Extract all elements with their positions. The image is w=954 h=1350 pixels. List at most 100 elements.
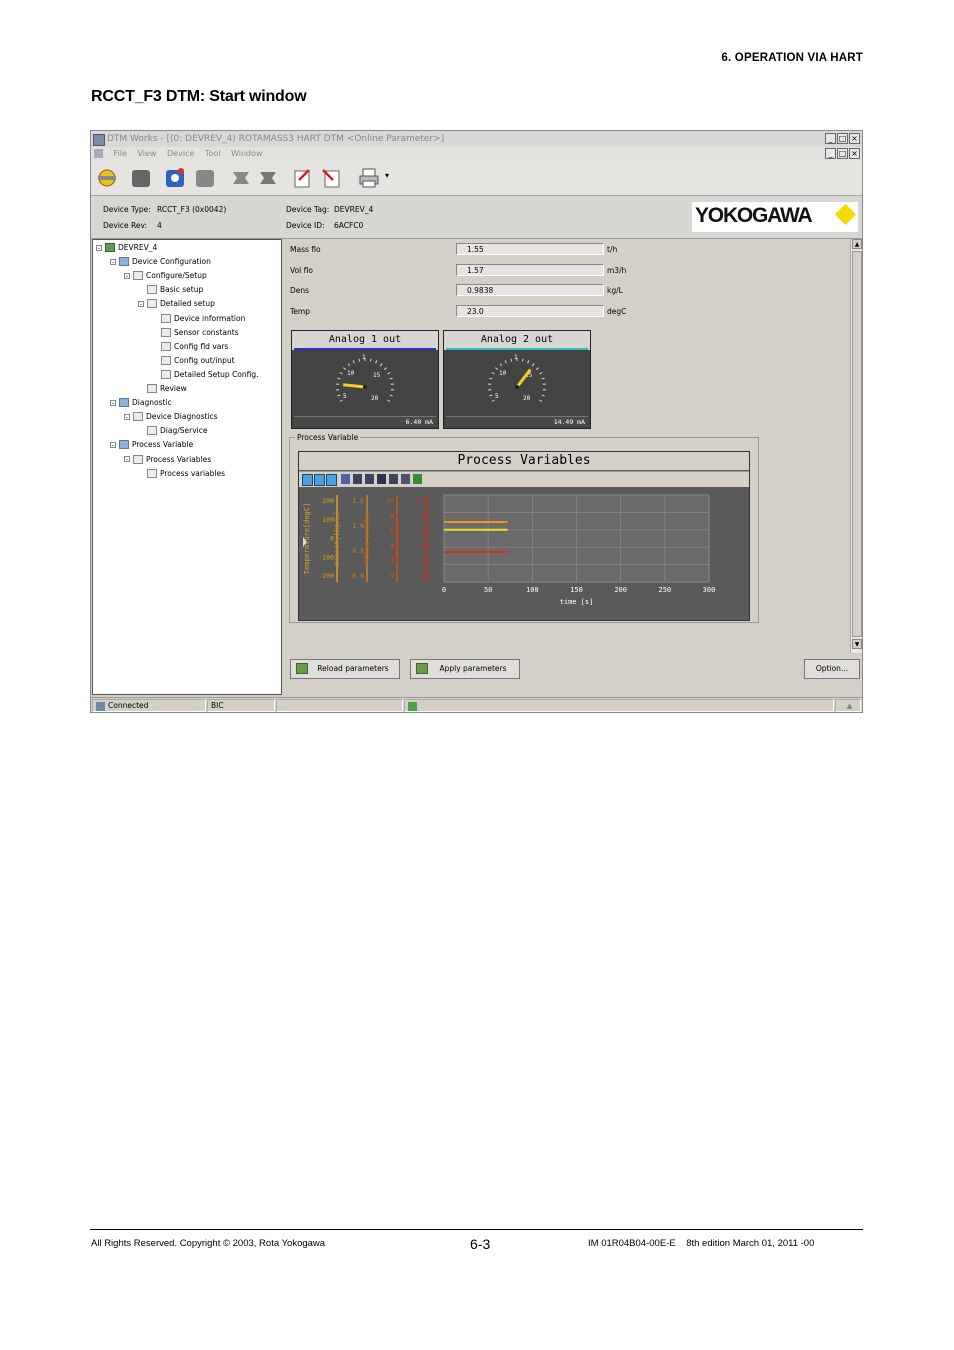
collapse-icon[interactable]: - (110, 441, 116, 448)
collapse-icon[interactable]: - (124, 413, 130, 420)
chart-tool-9-icon[interactable] (401, 474, 410, 484)
print-dropdown-icon[interactable]: ▾ (385, 171, 389, 180)
chart-toolbar (299, 471, 749, 487)
tree-item[interactable]: - Process Variables (124, 454, 212, 464)
page-icon (147, 285, 157, 295)
page-icon (133, 412, 143, 422)
tree-item[interactable]: - Process Variable (110, 440, 193, 450)
tree-item[interactable]: Sensor constants (152, 327, 239, 337)
status-cell-progress (404, 699, 834, 712)
chart-tool-1-icon[interactable] (302, 474, 313, 486)
gauge-needle (342, 383, 366, 389)
tree-item[interactable]: Review (138, 384, 187, 393)
apply-parameters-button[interactable]: Apply parameters (410, 659, 520, 679)
option-button[interactable]: Option... (804, 659, 860, 679)
y-axis-label: Vflow [m3/h] (363, 513, 371, 564)
y-tick-label: 0.0 (352, 572, 364, 580)
restore-button[interactable]: □ (837, 133, 848, 144)
chart-tool-6-icon[interactable] (365, 474, 374, 484)
device-id-label: Device ID: (286, 221, 325, 230)
collapse-icon[interactable]: - (110, 258, 116, 265)
scroll-thumb[interactable] (852, 251, 862, 637)
online-parameter-icon[interactable] (163, 166, 187, 190)
param-unit: t/h (607, 245, 618, 254)
scroll-up-icon[interactable]: ▲ (852, 239, 862, 249)
menu-device[interactable]: Device (167, 149, 194, 158)
page-icon (147, 426, 157, 436)
tree-item[interactable]: - Configure/Setup (124, 271, 207, 281)
collapse-icon[interactable]: - (138, 300, 144, 307)
download-icon[interactable] (193, 166, 217, 190)
reload-icon (296, 663, 308, 674)
config-icon[interactable] (229, 166, 253, 190)
mdi-doc-icon[interactable] (94, 149, 103, 158)
param-unit: degC (607, 306, 627, 316)
tree-item[interactable]: - Device Diagnostics (124, 412, 218, 422)
tree-item[interactable]: - Device Configuration (110, 257, 211, 267)
collapse-icon[interactable]: - (96, 244, 102, 251)
main-scrollbar[interactable]: ▲ ▼ (850, 239, 862, 653)
collapse-icon[interactable]: - (124, 272, 130, 279)
print-icon[interactable] (357, 166, 381, 190)
config2-icon[interactable] (256, 166, 280, 190)
status-bar: Connected BIC ▲ (91, 697, 862, 712)
tree-item[interactable]: Config out/input (152, 355, 235, 365)
tree-item[interactable]: Process variables (138, 468, 225, 478)
chart-tool-5-icon[interactable] (353, 474, 362, 484)
x-axis-label: time [s] (560, 598, 594, 606)
export-icon[interactable] (291, 166, 315, 190)
mdi-close-button[interactable]: × (849, 148, 860, 159)
tree-item[interactable]: Detailed Setup Config. (152, 369, 259, 379)
mdi-minimize-button[interactable]: _ (825, 148, 836, 159)
y-axis-label: Mflow [t/h] (393, 515, 401, 561)
tree-item[interactable]: Diag/Service (138, 426, 207, 436)
chart-tool-4-icon[interactable] (341, 474, 350, 484)
tree-item[interactable]: - Detailed setup (138, 299, 215, 309)
collapse-icon[interactable]: - (124, 456, 130, 463)
folder-icon (119, 440, 129, 450)
minimize-button[interactable]: _ (825, 133, 836, 144)
device-tag-label: Device Tag: (286, 205, 330, 214)
tree-item[interactable]: Basic setup (138, 285, 203, 295)
gauge-tick (343, 367, 347, 370)
connect-icon[interactable] (95, 166, 119, 190)
chart-tool-7-icon[interactable] (377, 474, 386, 484)
close-button[interactable]: × (849, 133, 860, 144)
yokogawa-logo: YOKOGAWA (692, 202, 858, 232)
tree-item[interactable]: Device information (152, 313, 245, 323)
menu-tool[interactable]: Tool (205, 149, 221, 158)
app-icon (93, 134, 105, 146)
footer-page-number: 6-3 (470, 1236, 491, 1252)
gauge-tick (531, 363, 535, 367)
tree-item[interactable]: - DEVREV_4 (96, 243, 157, 252)
mdi-restore-button[interactable]: □ (837, 148, 848, 159)
footer-copyright: All Rights Reserved. Copyright © 2003, R… (91, 1238, 326, 1249)
import-icon[interactable] (319, 166, 343, 190)
scroll-down-icon[interactable]: ▼ (852, 639, 862, 649)
footer-rule (90, 1229, 863, 1230)
gauge-tick (387, 399, 391, 402)
status-cell-empty (276, 699, 403, 712)
page-icon (133, 271, 143, 281)
menu-window[interactable]: Window (231, 149, 263, 158)
gauge-tick (379, 363, 383, 367)
chart-tool-10-icon[interactable] (413, 474, 422, 484)
menu-file[interactable]: File (114, 149, 127, 158)
folder-icon (119, 398, 129, 408)
chart-tool-8-icon[interactable] (389, 474, 398, 484)
param-value-field: 0.9838 (456, 284, 604, 296)
menu-view[interactable]: View (137, 149, 156, 158)
chart-tool-2-icon[interactable] (314, 474, 325, 486)
logo-text: YOKOGAWA (695, 204, 813, 227)
reload-parameters-button[interactable]: Reload parameters (290, 659, 400, 679)
collapse-icon[interactable]: - (110, 399, 116, 406)
parameter-panel: Mass flo 1.55 t/h Vol flo 1.57 m3/h Dens 0.9838… (284, 239, 856, 651)
upload-icon[interactable] (129, 166, 153, 190)
chart-tool-3-icon[interactable] (326, 474, 337, 486)
tree-item[interactable]: Config fld vars (152, 341, 228, 351)
gauge-tick-label: 10 (347, 370, 355, 377)
gauge-tick-label: 15 (373, 372, 381, 379)
tree-item-label: Detailed setup (160, 299, 215, 309)
tree-item[interactable]: - Diagnostic (110, 398, 172, 408)
tree-item-label: Process Variables (146, 454, 212, 464)
